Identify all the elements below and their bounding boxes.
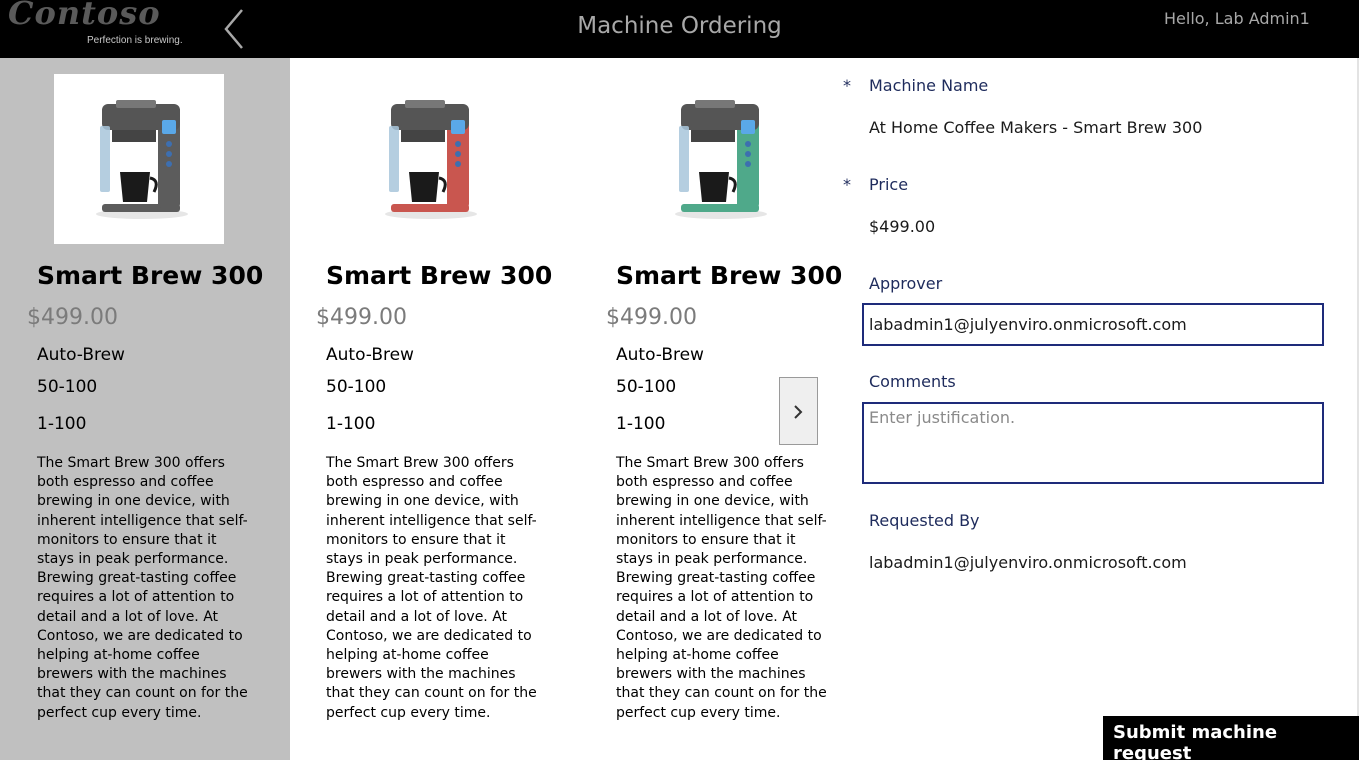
coffee-machine-icon	[96, 100, 188, 219]
machine-capacity: 50-100	[326, 377, 387, 397]
required-marker: *	[843, 76, 851, 95]
price-label: Price	[869, 175, 909, 194]
price-value: $499.00	[869, 217, 936, 236]
machine-price: $499.00	[316, 305, 407, 330]
machine-name-value: At Home Coffee Makers - Smart Brew 300	[869, 118, 1203, 137]
required-marker: *	[843, 175, 851, 194]
chevron-left-icon	[224, 9, 243, 49]
machine-name: Smart Brew 300	[37, 261, 264, 290]
coffee-machine-icon	[675, 100, 767, 219]
logo-wordmark: Contoso	[8, 0, 161, 32]
machine-description: The Smart Brew 300 offers both espresso …	[616, 455, 827, 721]
machine-quantity: 1-100	[326, 414, 376, 434]
user-greeting: Hello, Lab Admin1	[1164, 9, 1310, 28]
machine-quantity: 1-100	[616, 414, 666, 434]
machine-name: Smart Brew 300	[326, 261, 553, 290]
requested-by-value: labadmin1@julyenviro.onmicrosoft.com	[869, 553, 1187, 572]
gallery-card-2[interactable]: Smart Brew 300 $499.00 Auto-Brew 50-100 …	[289, 58, 579, 760]
gallery-card-3[interactable]: Smart Brew 300 $499.00 Auto-Brew 50-100 …	[579, 58, 869, 760]
comments-input[interactable]	[862, 402, 1324, 484]
machine-image	[633, 74, 803, 244]
gallery-next-button[interactable]	[779, 377, 818, 445]
machine-price: $499.00	[27, 305, 118, 330]
chevron-right-icon	[794, 405, 803, 419]
machine-capacity: 50-100	[616, 377, 677, 397]
coffee-machine-icon	[385, 100, 477, 219]
comments-label: Comments	[869, 372, 956, 391]
machine-image	[343, 74, 513, 244]
app-header: Contoso Perfection is brewing. Machine O…	[0, 0, 1359, 58]
logo-tagline: Perfection is brewing.	[87, 35, 183, 46]
machine-description: The Smart Brew 300 offers both espresso …	[326, 455, 537, 721]
machine-price: $499.00	[606, 305, 697, 330]
machine-name: Smart Brew 300	[616, 261, 843, 290]
machine-type: Auto-Brew	[37, 345, 125, 365]
machine-image	[54, 74, 224, 244]
back-button[interactable]	[218, 6, 252, 52]
requested-by-label: Requested By	[869, 511, 980, 530]
machine-type: Auto-Brew	[616, 345, 704, 365]
page-title: Machine Ordering	[577, 13, 782, 39]
contoso-logo: Contoso Perfection is brewing.	[8, 0, 188, 50]
machine-quantity: 1-100	[37, 414, 87, 434]
gallery-card-1[interactable]: Smart Brew 300 $499.00 Auto-Brew 50-100 …	[0, 58, 290, 760]
approver-label: Approver	[869, 274, 943, 293]
machine-description: The Smart Brew 300 offers both espresso …	[37, 455, 248, 721]
submit-request-button[interactable]: Submit machine request	[1103, 716, 1359, 760]
approver-input[interactable]	[862, 303, 1324, 346]
machine-type: Auto-Brew	[326, 345, 414, 365]
machine-capacity: 50-100	[37, 377, 98, 397]
machine-name-label: Machine Name	[869, 76, 989, 95]
